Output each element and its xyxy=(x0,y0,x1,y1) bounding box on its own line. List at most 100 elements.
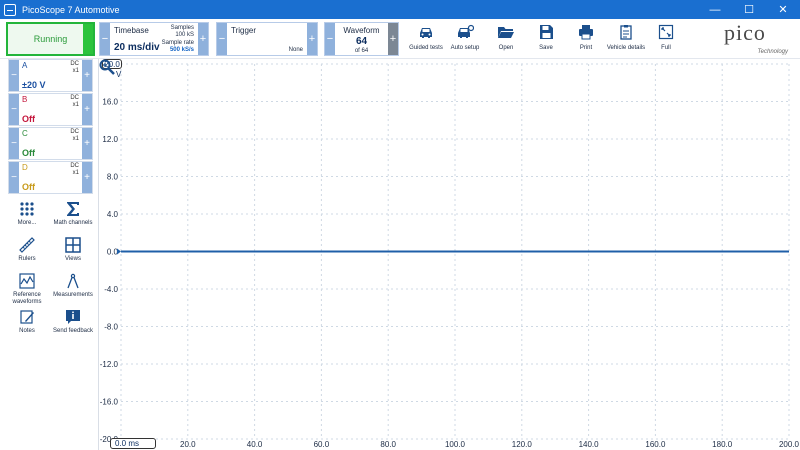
trigger-increase-button[interactable]: + xyxy=(307,23,317,55)
x-tick-label: 140.0 xyxy=(579,440,600,449)
full-screen-button[interactable]: Full xyxy=(644,22,688,56)
x-tick-label: 80.0 xyxy=(380,440,396,449)
trigger-control: − Trigger None + xyxy=(216,22,318,56)
channel-a-increase-button[interactable]: + xyxy=(82,60,92,91)
y-tick-label: 12.0 xyxy=(102,135,118,144)
channel-d-control[interactable]: − D DC x1 Off + xyxy=(8,161,93,194)
measurements-button[interactable]: Measurements xyxy=(51,273,95,307)
channel-c-increase-button[interactable]: + xyxy=(82,128,92,159)
maximize-icon[interactable]: ☐ xyxy=(732,0,766,19)
save-label: Save xyxy=(539,45,553,51)
rulers-label: Rulers xyxy=(18,256,36,262)
left-panel: − A DC x1 ±20 V + − B DC x1 Off + − C DC x1… xyxy=(0,59,98,450)
print-button[interactable]: Print xyxy=(564,22,608,56)
open-label: Open xyxy=(498,45,514,51)
channel-a-letter: A xyxy=(22,61,28,70)
channel-a-decrease-button[interactable]: − xyxy=(9,60,19,91)
samples-value[interactable]: 100 kS xyxy=(175,32,194,38)
pico-technology: Technology xyxy=(757,49,788,55)
channel-c-range[interactable]: Off xyxy=(22,148,35,158)
trigger-decrease-button[interactable]: − xyxy=(217,23,227,55)
timebase-value[interactable]: 20 ms/div xyxy=(114,42,160,53)
channel-c-coupling: DC x1 xyxy=(70,129,79,142)
y-tick-label: 8.0 xyxy=(107,173,119,182)
full-label: Full xyxy=(661,45,671,51)
more-label: More... xyxy=(17,220,37,226)
y-tick-label: -16.0 xyxy=(100,398,119,407)
samples-label: Samples xyxy=(170,25,194,31)
timebase-decrease-button[interactable]: − xyxy=(100,23,110,55)
y-tick-label: 0.0 xyxy=(107,248,119,257)
channel-b-range[interactable]: Off xyxy=(22,114,35,124)
vehicle-details-button[interactable]: Vehicle details xyxy=(604,22,648,56)
channel-a-control[interactable]: − A DC x1 ±20 V + xyxy=(8,59,93,92)
x-tick-label: 60.0 xyxy=(314,440,330,449)
auto-setup-button[interactable]: Auto setup xyxy=(443,22,487,56)
y-tick-label: 4.0 xyxy=(107,210,119,219)
math-channels-label: Math channels xyxy=(53,220,93,226)
channel-b-decrease-button[interactable]: − xyxy=(9,94,19,125)
x-start-value[interactable]: 0.0 ms xyxy=(110,438,156,449)
waveform-next-button[interactable]: + xyxy=(388,23,398,55)
toolbar: Running − Timebase 20 ms/div Samples 100… xyxy=(0,19,800,59)
channel-c-decrease-button[interactable]: − xyxy=(9,128,19,159)
send-feedback-button[interactable]: Send feedback xyxy=(51,309,95,343)
timebase-control: − Timebase 20 ms/div Samples 100 kS Samp… xyxy=(99,22,209,56)
save-button[interactable]: Save xyxy=(524,22,568,56)
vehicle-details-label: Vehicle details xyxy=(606,45,646,51)
x-tick-label: 40.0 xyxy=(247,440,263,449)
notes-button[interactable]: Notes xyxy=(5,309,49,343)
channel-d-range[interactable]: Off xyxy=(22,182,35,192)
channel-b-coupling: DC x1 xyxy=(70,95,79,108)
views-button[interactable]: Views xyxy=(51,237,95,271)
scope-plot[interactable]: 16.012.08.04.00.0-4.0-8.0-12.0-16.0-20.0… xyxy=(99,59,800,450)
pico-brand: pico xyxy=(724,20,766,45)
channel-c-letter: C xyxy=(22,129,28,138)
reference-waveforms-label: Reference waveforms xyxy=(12,292,42,305)
guided-tests-label: Guided tests xyxy=(409,45,443,51)
measurements-label: Measurements xyxy=(53,292,93,298)
channel-b-control[interactable]: − B DC x1 Off + xyxy=(8,93,93,126)
trigger-mode[interactable]: None xyxy=(289,47,303,53)
info-icon xyxy=(66,310,80,324)
close-icon[interactable]: ✕ xyxy=(766,0,800,19)
rulers-button[interactable]: Rulers xyxy=(5,237,49,271)
save-icon xyxy=(540,25,553,39)
car-wrench-icon xyxy=(458,24,474,38)
open-button[interactable]: Open xyxy=(484,22,528,56)
channel-a-offset-marker xyxy=(117,248,121,255)
fullscreen-icon xyxy=(658,24,674,40)
clipboard-icon xyxy=(620,25,632,40)
run-label: Running xyxy=(33,34,68,44)
scope-view[interactable]: 16.0 12.0 8.0 4.0 0.0 -4.0 -8.0 -12.0 -16.0 -20.0… xyxy=(98,59,800,450)
send-feedback-label: Send feedback xyxy=(52,328,94,334)
x-tick-label: 20.0 xyxy=(180,440,196,449)
x-tick-label: 120.0 xyxy=(512,440,533,449)
y-tick-label: -4.0 xyxy=(104,285,118,294)
minimize-icon[interactable]: — xyxy=(698,0,732,19)
channel-d-decrease-button[interactable]: − xyxy=(9,162,19,193)
timebase-increase-button[interactable]: + xyxy=(198,23,208,55)
more-button[interactable]: More... xyxy=(5,201,49,235)
channel-a-coupling: DC x1 xyxy=(70,61,79,74)
pico-logo: pico Technology xyxy=(720,20,794,56)
channel-b-increase-button[interactable]: + xyxy=(82,94,92,125)
views-label: Views xyxy=(65,256,81,262)
channel-a-range[interactable]: ±20 V xyxy=(22,80,45,90)
x-tick-label: 160.0 xyxy=(645,440,666,449)
guided-tests-button[interactable]: Guided tests xyxy=(404,22,448,56)
x-tick-label: 180.0 xyxy=(712,440,733,449)
reference-waveforms-button[interactable]: Reference waveforms xyxy=(5,273,49,307)
sample-rate-value[interactable]: 500 kS/s xyxy=(170,47,194,53)
zoom-icon[interactable] xyxy=(99,59,115,75)
x-tick-label: 100.0 xyxy=(445,440,466,449)
ruler-icon xyxy=(19,237,35,253)
printer-icon xyxy=(579,25,593,40)
channel-d-coupling: DC x1 xyxy=(70,163,79,176)
notes-icon xyxy=(20,310,34,324)
waveform-control: − Waveform 64 of 64 + xyxy=(324,22,399,56)
run-stop-button[interactable]: Running xyxy=(6,22,95,56)
channel-c-control[interactable]: − C DC x1 Off + xyxy=(8,127,93,160)
math-channels-button[interactable]: Math channels xyxy=(51,201,95,235)
channel-d-increase-button[interactable]: + xyxy=(82,162,92,193)
